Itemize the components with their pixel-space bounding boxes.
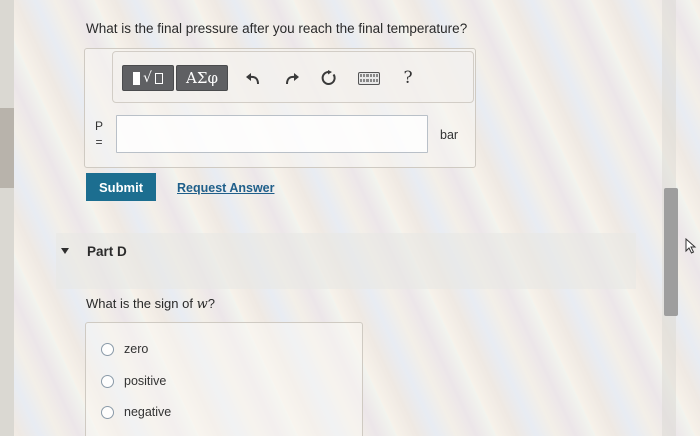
radio-button[interactable]: [101, 405, 114, 419]
equals-sign: =: [95, 135, 103, 150]
request-answer-link[interactable]: Request Answer: [177, 181, 274, 195]
templates-button[interactable]: √: [122, 65, 174, 91]
collapse-caret-icon[interactable]: [61, 248, 69, 254]
option-negative[interactable]: negative: [101, 405, 171, 419]
mouse-cursor-icon: [685, 238, 697, 254]
question-part-d: What is the sign of w?: [86, 296, 215, 312]
unit-label: bar: [440, 128, 459, 142]
undo-icon[interactable]: [240, 65, 266, 91]
reset-icon[interactable]: [316, 65, 342, 91]
left-edge-strip: [0, 0, 14, 436]
part-d-header[interactable]: [56, 233, 636, 289]
math-toolbar: √ ΑΣφ ?: [112, 51, 474, 103]
option-zero[interactable]: zero: [101, 342, 148, 356]
submit-button[interactable]: Submit: [86, 173, 156, 201]
variable-symbol: P: [94, 119, 103, 133]
question-part-c: What is the final pressure after you rea…: [86, 21, 468, 36]
answer-input[interactable]: [116, 115, 428, 153]
greek-symbols-button[interactable]: ΑΣφ: [176, 65, 228, 91]
option-positive[interactable]: positive: [101, 374, 166, 388]
templates-icon: √: [133, 70, 163, 86]
keyboard-icon[interactable]: [356, 65, 382, 91]
option-label: negative: [124, 405, 172, 419]
radio-button[interactable]: [101, 342, 114, 356]
part-d-title: Part D: [87, 244, 127, 259]
option-label: zero: [124, 342, 149, 356]
radio-button[interactable]: [101, 374, 114, 388]
variable-label: P =: [94, 118, 104, 150]
option-label: positive: [124, 374, 167, 388]
left-edge-highlight: [0, 108, 14, 188]
redo-icon[interactable]: [279, 65, 305, 91]
help-icon[interactable]: ?: [395, 65, 421, 91]
scrollbar-thumb[interactable]: [664, 188, 678, 316]
